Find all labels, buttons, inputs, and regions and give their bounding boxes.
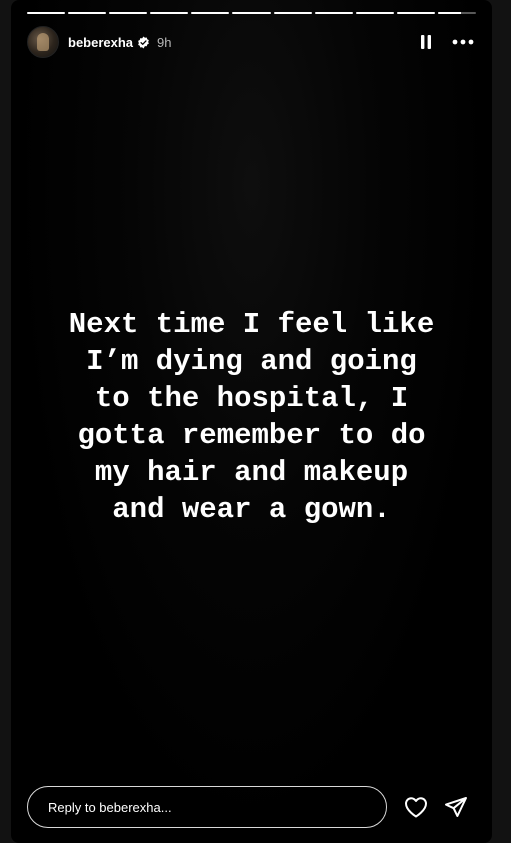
- progress-segment: [109, 12, 148, 14]
- progress-segment-fill: [437, 12, 461, 14]
- progress-segment: [437, 12, 477, 14]
- heart-icon[interactable]: [403, 794, 429, 820]
- avatar[interactable]: [27, 26, 59, 58]
- story-progress-bar: [27, 12, 477, 14]
- progress-segment: [355, 12, 394, 14]
- progress-segment: [232, 12, 271, 14]
- progress-segment: [68, 12, 107, 14]
- story-footer: [27, 785, 476, 829]
- progress-segment-fill: [150, 12, 189, 14]
- progress-segment-fill: [232, 12, 271, 14]
- progress-segment-fill: [355, 12, 394, 14]
- username[interactable]: beberexha: [68, 35, 133, 50]
- progress-segment-fill: [314, 12, 353, 14]
- pause-icon[interactable]: [416, 32, 436, 52]
- story-viewer[interactable]: beberexha 9h Next time I feel like I’m d…: [11, 0, 492, 843]
- progress-segment: [150, 12, 189, 14]
- progress-segment: [191, 12, 230, 14]
- post-time: 9h: [157, 34, 172, 50]
- send-icon[interactable]: [443, 794, 469, 820]
- progress-segment-fill: [273, 12, 312, 14]
- progress-segment-fill: [27, 12, 66, 14]
- verified-badge-icon: [137, 36, 150, 49]
- progress-segment-fill: [396, 12, 435, 14]
- story-text: Next time I feel like I’m dying and goin…: [68, 308, 435, 526]
- progress-segment: [273, 12, 312, 14]
- progress-segment: [27, 12, 66, 14]
- progress-segment: [314, 12, 353, 14]
- progress-segment-fill: [68, 12, 107, 14]
- progress-segment-fill: [109, 12, 148, 14]
- story-header: beberexha 9h: [27, 26, 476, 58]
- progress-segment-fill: [191, 12, 230, 14]
- progress-segment: [396, 12, 435, 14]
- reply-input[interactable]: [27, 786, 387, 828]
- more-options-icon[interactable]: [450, 32, 476, 52]
